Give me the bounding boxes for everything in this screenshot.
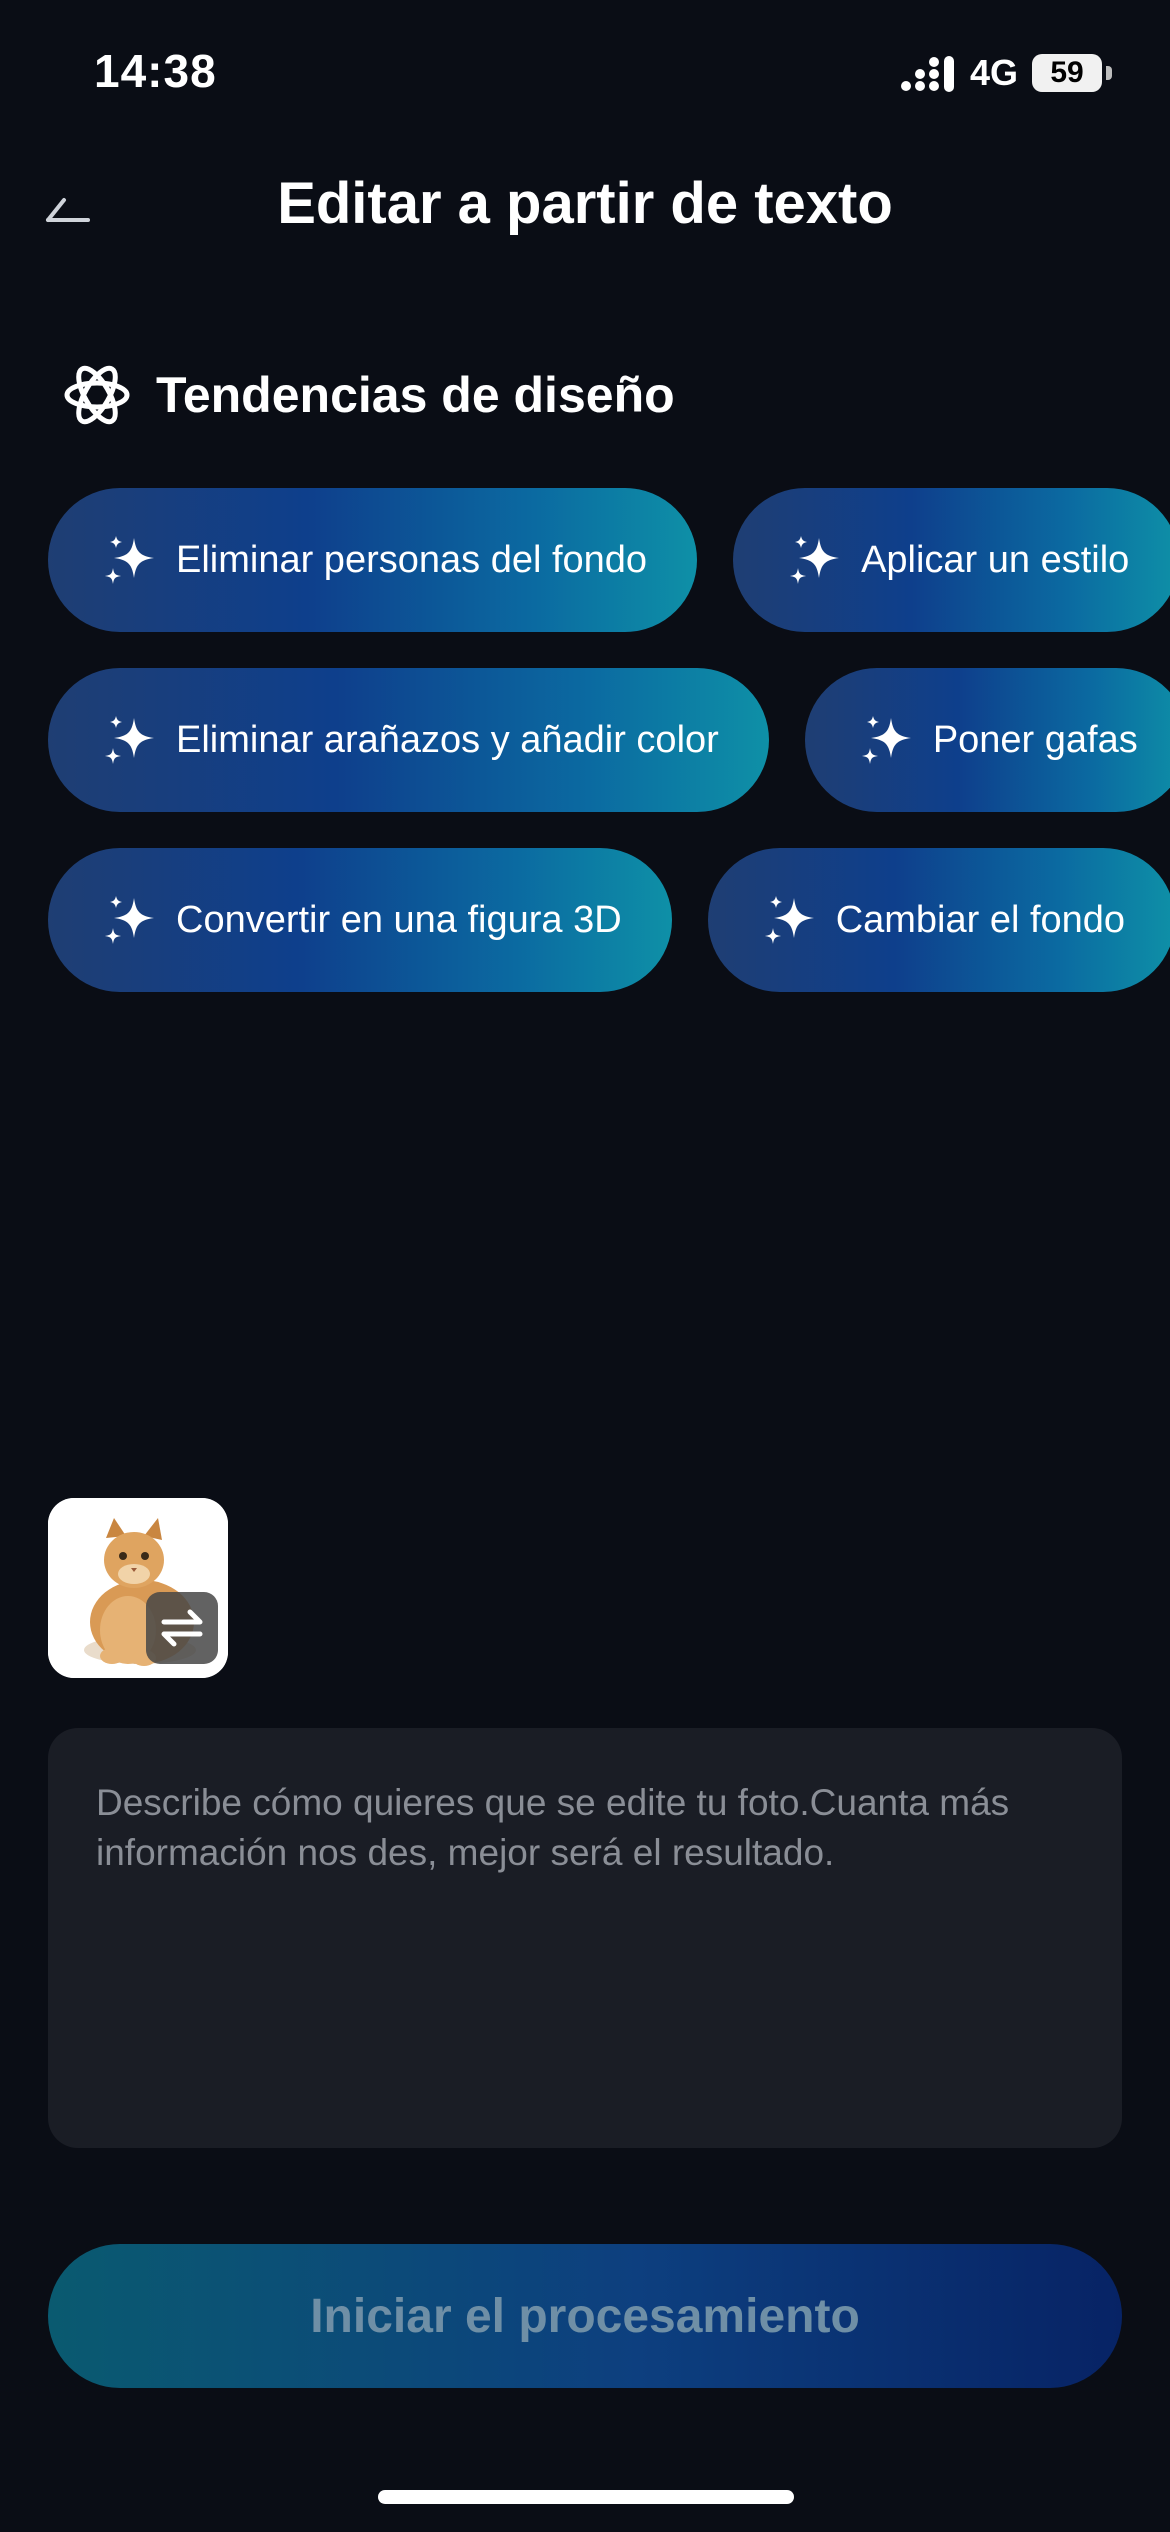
swap-photo-button[interactable] <box>146 1592 218 1664</box>
sparkle-icon <box>105 536 154 584</box>
network-label: 4G <box>969 52 1018 93</box>
chip-label: Aplicar un estilo <box>861 538 1130 581</box>
battery-cap <box>1106 66 1112 80</box>
atom-icon <box>64 365 130 425</box>
status-icons: 4G 59 <box>900 52 1112 94</box>
battery-icon: 59 <box>1032 54 1102 92</box>
signal-icon <box>900 56 954 92</box>
sparkle-icon <box>790 536 840 584</box>
screen: 14:38 4G 59 Editar a partir de texto Ten… <box>0 0 1170 2532</box>
sparkle-icon <box>105 896 154 944</box>
home-indicator[interactable] <box>378 2490 794 2504</box>
trends-title: Tendencias de diseño <box>156 367 675 423</box>
page-title: Editar a partir de texto <box>277 171 893 236</box>
chip-row-3: Convertir en una figura 3D Cambiar el fo… <box>48 848 1170 992</box>
chip-add-glasses[interactable]: Poner gafas <box>804 668 1170 812</box>
prompt-box <box>48 1728 1122 2148</box>
sparkle-icon <box>764 896 814 944</box>
sparkle-icon <box>861 716 911 764</box>
battery-level: 59 <box>1050 56 1084 89</box>
chip-remove-people[interactable]: Eliminar personas del fondo <box>48 488 698 632</box>
status-time: 14:38 <box>94 45 217 97</box>
trends-header: Tendencias de diseño <box>62 360 675 430</box>
chip-label: Eliminar arañazos y añadir color <box>176 718 719 761</box>
chip-remove-scratches[interactable]: Eliminar arañazos y añadir color <box>48 668 769 812</box>
chip-label: Convertir en una figura 3D <box>176 898 622 941</box>
sparkle-icon <box>105 716 154 764</box>
photo-thumbnail[interactable] <box>48 1498 228 1678</box>
chip-label: Cambiar el fondo <box>835 898 1126 941</box>
chip-row-2: Eliminar arañazos y añadir color Poner g… <box>48 668 1170 812</box>
chip-label: Eliminar personas del fondo <box>176 538 648 581</box>
prompt-input[interactable] <box>96 1778 1074 2098</box>
chip-3d-figure[interactable]: Convertir en una figura 3D <box>48 848 672 992</box>
chip-change-background[interactable]: Cambiar el fondo <box>707 848 1170 992</box>
chip-apply-style[interactable]: Aplicar un estilo <box>733 488 1170 632</box>
swap-icon <box>161 1609 203 1647</box>
chip-label: Poner gafas <box>932 718 1138 761</box>
chip-row-1: Eliminar personas del fondo Aplicar un e… <box>48 488 1170 632</box>
start-processing-button[interactable]: Iniciar el procesamiento <box>48 2244 1122 2388</box>
